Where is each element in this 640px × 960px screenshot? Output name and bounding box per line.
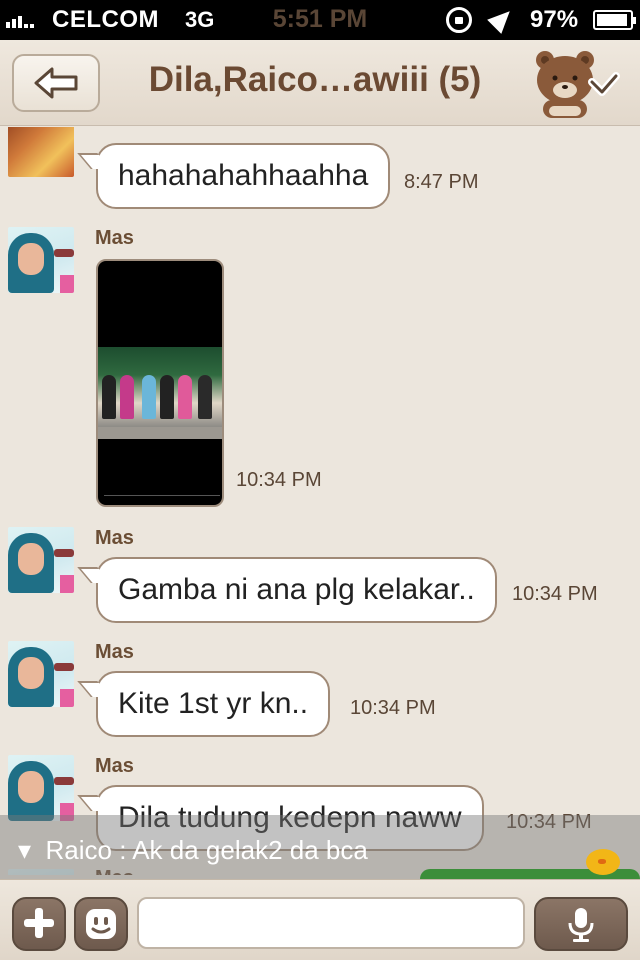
sender-name: Mas [95,527,134,549]
back-button[interactable] [12,54,100,112]
sender-name: Mas [95,755,134,777]
smiley-icon [86,909,116,939]
notification-text: ▾ Raico : Ak da gelak2 da bca [18,835,368,865]
message-time: 8:47 PM [404,171,479,193]
message-time: 10:34 PM [236,469,322,491]
voice-message-button[interactable] [534,897,628,951]
photo-message[interactable] [96,259,224,507]
sender-name: Mas [95,227,134,249]
message-input[interactable] [137,897,525,949]
message-list[interactable]: hahahahahhaahha 8:47 PM Mas 10:34 PM Mas… [0,127,640,875]
message-text: Gamba ni ana plg kelakar.. [118,573,475,606]
message-text: Kite 1st yr kn.. [118,687,309,720]
notification-banner[interactable]: ▾ Raico : Ak da gelak2 da bca [0,815,640,879]
avatar[interactable] [8,755,74,821]
sender-name: Mas [95,641,134,663]
message-bubble[interactable]: hahahahahhaahha [96,143,391,209]
sally-chick-icon [586,849,620,875]
message-bubble[interactable]: Gamba ni ana plg kelakar.. [96,557,497,623]
message-time: 10:34 PM [512,583,598,605]
avatar[interactable] [8,127,74,177]
avatar[interactable] [8,227,74,293]
battery-percent: 97% [530,6,579,33]
message-bubble[interactable]: Kite 1st yr kn.. [96,671,331,737]
sticker-button[interactable] [74,897,128,951]
avatar[interactable] [8,641,74,707]
chat-header: Dila,Raico…awiii (5) [0,40,640,126]
microphone-icon [568,908,594,942]
battery-icon [593,10,636,30]
rotation-lock-icon [446,7,472,33]
add-attachment-button[interactable] [12,897,66,951]
message-time: 10:34 PM [350,697,436,719]
message-text: hahahahahhaahha [118,159,369,192]
chat-menu-chevron-icon[interactable] [580,52,628,114]
status-bar: CELCOM 3G 5:51 PM 97% [0,0,640,40]
avatar[interactable] [8,527,74,593]
chat-title: Dila,Raico…awiii (5) [148,60,482,99]
message-input-bar [0,879,640,960]
plus-icon [24,908,54,938]
back-arrow-icon [34,67,78,99]
group-photo-thumbnail [98,347,222,427]
